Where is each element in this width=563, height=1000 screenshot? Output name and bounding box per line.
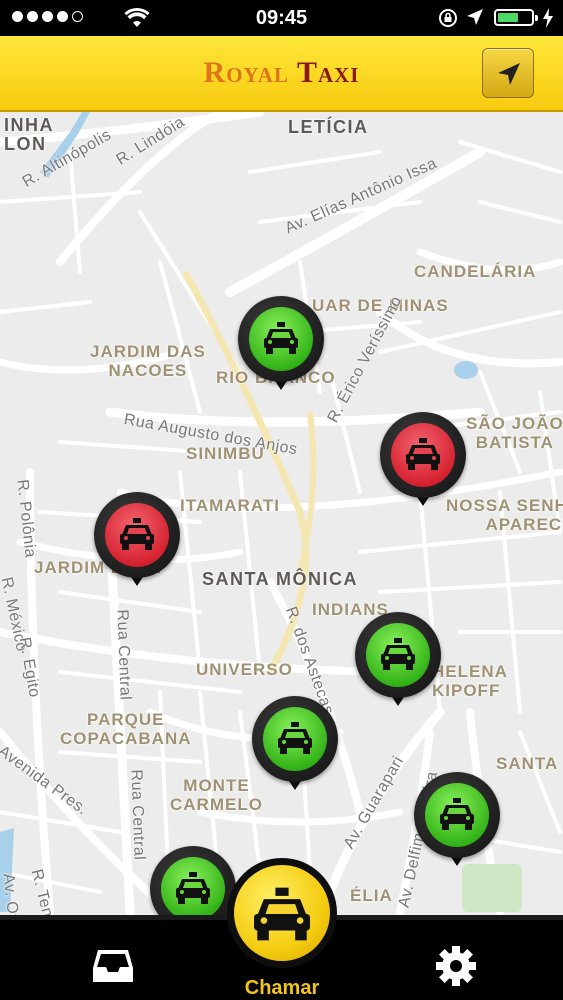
taxi-marker-available[interactable]: [238, 296, 324, 396]
map-label-neighborhood: SANTA: [496, 754, 559, 773]
taxi-marker-busy[interactable]: [380, 412, 466, 512]
location-services-icon: [467, 9, 483, 25]
inbox-tray-icon[interactable]: [92, 948, 134, 984]
battery-icon: [494, 9, 538, 26]
map-label-neighborhood: INHA LON: [4, 115, 54, 154]
taxi-car-icon: [406, 438, 440, 470]
charging-bolt-icon: [543, 8, 553, 28]
map-label-neighborhood: SÃO JOÃO BATISTA: [466, 414, 563, 452]
logo-taxi: Taxi: [296, 56, 360, 89]
gear-icon[interactable]: [434, 944, 478, 988]
map-label-neighborhood: SINIMBU: [186, 444, 265, 463]
map-label-neighborhood: JARDIM DAS NACOES: [90, 342, 206, 380]
navigation-arrow-icon: [498, 63, 520, 85]
map-label-neighborhood: PARQUE COPACABANA: [60, 710, 192, 748]
map-label-street: Rua Central: [127, 769, 148, 861]
taxi-car-icon: [440, 798, 474, 830]
map-label-neighborhood: MONTE CARMELO: [170, 776, 263, 814]
taxi-marker-available[interactable]: [414, 772, 500, 872]
map-label-neighborhood: ÉLIA: [350, 886, 393, 905]
status-bar: 09:45: [0, 0, 563, 36]
app-logo: Royal Taxi: [0, 56, 563, 90]
map-label-neighborhood: HELENA KIPOFF: [432, 662, 508, 700]
taxi-marker-available[interactable]: [355, 612, 441, 712]
map-label-neighborhood: ITAMARATI: [180, 496, 280, 515]
rotation-lock-icon: [439, 9, 457, 27]
call-taxi-label: Chamar: [244, 977, 320, 999]
taxi-marker-busy[interactable]: [94, 492, 180, 592]
map-label-city: SANTA MÔNICA: [202, 569, 358, 589]
taxi-car-icon: [120, 518, 154, 550]
map-label-neighborhood: CANDELÁRIA: [414, 262, 537, 281]
taxi-marker-available[interactable]: [252, 696, 338, 796]
taxi-car-icon: [254, 887, 310, 941]
app-header: Royal Taxi: [0, 36, 563, 112]
taxi-car-icon: [381, 638, 415, 670]
map-view[interactable]: INHA LON LETÍCIA R. Altinópolis R. Lindó…: [0, 112, 563, 915]
taxi-car-icon: [176, 872, 210, 904]
map-label-neighborhood: UNIVERSO: [196, 660, 293, 679]
map-label-neighborhood: LETÍCIA: [288, 117, 369, 137]
locate-me-button[interactable]: [482, 48, 534, 98]
call-taxi-button[interactable]: [227, 858, 337, 968]
map-label-street: Rua Central: [113, 609, 134, 701]
taxi-car-icon: [264, 322, 298, 354]
taxi-marker-available[interactable]: [150, 846, 236, 915]
logo-royal: Royal: [203, 56, 289, 89]
taxi-car-icon: [278, 722, 312, 754]
